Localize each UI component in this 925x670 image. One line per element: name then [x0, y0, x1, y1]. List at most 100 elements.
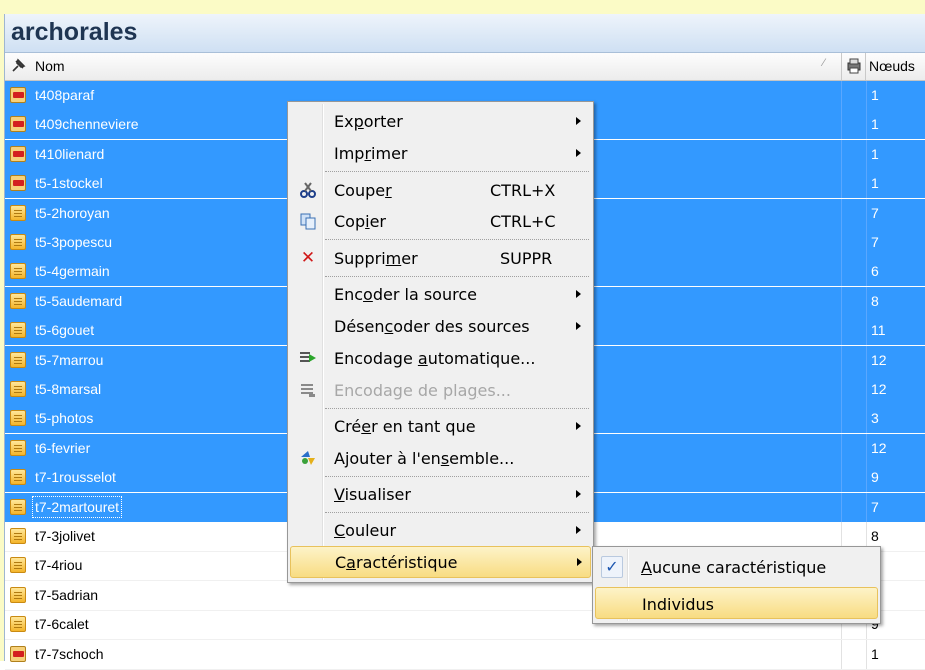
- submenu-arrow-icon: [576, 117, 581, 125]
- item-node-count: 1: [871, 145, 879, 162]
- item-name: t5-3popescu: [35, 234, 113, 250]
- document-icon: [10, 528, 26, 544]
- menu-item-add-to-set[interactable]: Ajouter à l'ensemble...: [290, 443, 591, 473]
- menu-item-decode-sources[interactable]: Désencoder des sources: [290, 311, 591, 341]
- column-divider[interactable]: [865, 53, 866, 80]
- item-node-count: 11: [871, 322, 886, 339]
- item-name: t5-photos: [35, 410, 94, 427]
- item-status-cell: [841, 286, 867, 316]
- document-icon: [10, 351, 26, 368]
- menu-item-cut[interactable]: Couper CTRL+X: [290, 175, 591, 205]
- column-nodes-header[interactable]: Nœuds: [869, 58, 915, 74]
- submenu-arrow-icon: [576, 422, 581, 430]
- submenu-arrow-icon: [577, 558, 582, 566]
- item-node-count: 7: [871, 498, 879, 515]
- pdf-icon: [10, 116, 26, 133]
- item-status-cell: [841, 433, 867, 463]
- menu-item-create-as[interactable]: Créer en tant que: [290, 411, 591, 441]
- item-status-cell: [841, 110, 867, 140]
- range-encode-icon: [298, 381, 318, 399]
- item-node-count: 1: [871, 116, 879, 133]
- menu-item-copy[interactable]: Copier CTRL+C: [290, 206, 591, 236]
- top-strip: [0, 0, 925, 15]
- item-status-cell: [841, 316, 867, 346]
- item-node-count: 12: [871, 381, 887, 397]
- pin-icon[interactable]: [9, 57, 27, 75]
- checkmark-icon: ✓: [601, 556, 623, 578]
- item-status-cell: [841, 198, 867, 228]
- document-icon: [10, 204, 26, 221]
- item-name: t5-7marrou: [35, 351, 104, 368]
- shortcut-copy: CTRL+C: [490, 212, 556, 231]
- pdf-icon: [10, 145, 26, 162]
- item-name: t410lienard: [35, 145, 105, 162]
- menu-item-encode-source[interactable]: Encoder la source: [290, 279, 591, 309]
- item-status-cell: [841, 375, 867, 404]
- document-icon: [10, 292, 26, 309]
- item-status-cell: [841, 345, 867, 375]
- column-divider[interactable]: [841, 53, 842, 80]
- item-name: t6-fevrier: [35, 439, 91, 456]
- menu-item-export[interactable]: Exporter: [290, 106, 591, 136]
- menu-item-range-encoding: Encodage de plages...: [290, 375, 591, 405]
- menu-item-delete[interactable]: ✕ Supprimer SUPPR: [290, 243, 591, 273]
- item-name: t5-1stockel: [35, 175, 103, 192]
- item-status-cell: [841, 169, 867, 199]
- panel-title-bar: archorales: [5, 14, 925, 53]
- item-node-count: 7: [871, 204, 879, 221]
- document-icon: [10, 439, 26, 456]
- menu-separator: [325, 408, 589, 409]
- item-name: t5-4germain: [35, 263, 110, 280]
- document-icon: [10, 410, 26, 427]
- item-status-cell: [841, 492, 867, 522]
- submenu-item-no-characteristic[interactable]: ✓ Aucune caractéristique: [595, 551, 878, 583]
- printer-column-icon[interactable]: [845, 57, 863, 75]
- item-name: t7-1rousselot: [35, 469, 116, 486]
- menu-separator: [325, 512, 589, 513]
- document-icon: [10, 234, 26, 250]
- item-name: t7-2martouret: [31, 495, 123, 518]
- menu-item-visualize[interactable]: Visualiser: [290, 479, 591, 509]
- item-node-count: 3: [871, 410, 879, 427]
- item-node-count: 12: [871, 351, 887, 368]
- sort-indicator-icon: ⁄: [823, 57, 825, 69]
- add-to-set-icon: [298, 449, 318, 467]
- scissors-icon: [298, 181, 318, 199]
- item-status-cell: [841, 404, 867, 434]
- delete-x-icon: ✕: [300, 248, 316, 268]
- pdf-icon: [10, 175, 26, 192]
- document-icon: [10, 469, 26, 486]
- menu-item-characteristic[interactable]: Caractéristique: [290, 546, 591, 578]
- item-status-cell: [841, 257, 867, 287]
- menu-separator: [325, 476, 589, 477]
- shortcut-cut: CTRL+X: [490, 181, 556, 200]
- item-node-count: 1: [871, 645, 879, 662]
- menu-item-auto-encoding[interactable]: Encodage automatique...: [290, 343, 591, 373]
- submenu-item-individuals[interactable]: Individus: [595, 587, 878, 619]
- menu-separator: [325, 171, 589, 172]
- pdf-icon: [10, 645, 26, 662]
- item-status-cell: [841, 139, 867, 169]
- submenu-arrow-icon: [576, 322, 581, 330]
- submenu-arrow-icon: [576, 490, 581, 498]
- document-icon: [10, 557, 26, 574]
- panel-title: archorales: [11, 18, 138, 46]
- menu-separator: [325, 239, 589, 240]
- submenu-arrow-icon: [576, 526, 581, 534]
- list-item[interactable]: t7-7schoch 1: [5, 639, 925, 670]
- characteristic-submenu: ✓ Aucune caractéristique Individus: [592, 546, 881, 624]
- item-node-count: 7: [871, 234, 879, 250]
- item-name: t5-5audemard: [35, 292, 123, 309]
- menu-item-color[interactable]: Couleur: [290, 515, 591, 545]
- copy-icon: [298, 212, 318, 230]
- submenu-arrow-icon: [576, 149, 581, 157]
- menu-item-print[interactable]: Imprimer: [290, 138, 591, 168]
- item-name: t7-5adrian: [35, 586, 99, 603]
- item-name: t5-6gouet: [35, 322, 95, 339]
- column-name-header[interactable]: Nom: [35, 58, 65, 74]
- document-icon: [10, 381, 26, 397]
- item-status-cell: [841, 463, 867, 493]
- item-node-count: 12: [871, 439, 887, 456]
- item-name: t7-3jolivet: [35, 528, 95, 544]
- context-menu: Exporter Imprimer Couper CTRL+X Copier C…: [287, 101, 594, 583]
